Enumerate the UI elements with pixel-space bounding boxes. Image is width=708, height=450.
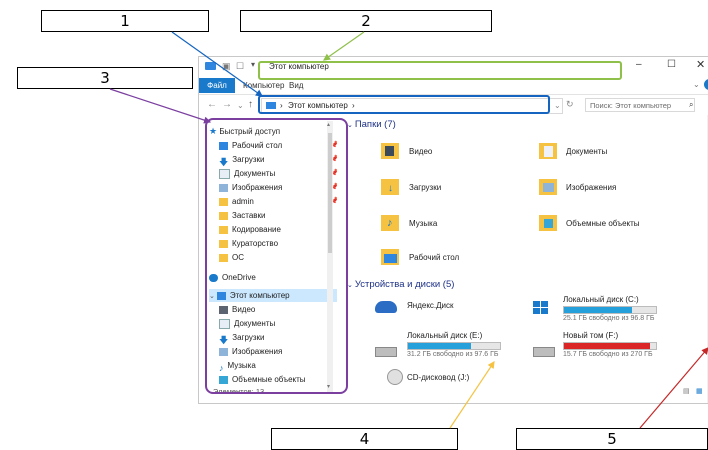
windows-drive-icon — [533, 301, 549, 315]
pc-icon — [205, 62, 216, 70]
close-button[interactable]: ✕ — [696, 58, 705, 71]
folder-documents-icon — [539, 143, 557, 159]
title-highlight — [258, 61, 622, 80]
folder-desktop-icon — [381, 249, 399, 265]
navigation-pane-highlight — [205, 118, 348, 394]
large-icons-view-icon[interactable]: ▦ — [696, 387, 703, 395]
hard-drive-icon — [375, 347, 397, 357]
folder-music[interactable]: Музыка — [409, 219, 437, 228]
help-icon[interactable] — [704, 79, 708, 90]
callout-3: 3 — [17, 67, 193, 89]
refresh-icon[interactable]: ↻ — [566, 99, 574, 110]
drive-c-free: 25.1 ГБ свободно из 96.8 ГБ — [563, 315, 655, 322]
folder-music-icon: ♪ — [381, 215, 399, 231]
folder-3d-objects[interactable]: Объемные объекты — [566, 219, 640, 228]
section-title: Папки (7) — [354, 119, 396, 130]
folder-3d-objects-icon — [539, 215, 557, 231]
drive-f-label[interactable]: Новый том (F:) — [563, 331, 618, 340]
save-icon[interactable]: ▣ — [222, 61, 231, 72]
callout-5: 5 — [516, 428, 708, 450]
arrow-3 — [109, 88, 212, 124]
folder-downloads-icon: ↓ — [381, 179, 399, 195]
chevron-down-icon[interactable]: ⌄ — [347, 122, 355, 129]
tab-computer[interactable]: Компьютер — [243, 78, 284, 93]
properties-icon[interactable]: ☐ — [236, 61, 244, 72]
up-icon[interactable]: ↑ — [248, 99, 253, 110]
drive-e-usage-bar — [407, 342, 501, 350]
back-icon[interactable]: ← — [207, 99, 217, 110]
tab-view[interactable]: Вид — [289, 78, 303, 93]
folder-pictures-icon — [539, 179, 557, 195]
cd-drive-icon — [387, 369, 403, 385]
forward-icon[interactable]: → — [222, 99, 232, 110]
search-icon: ⌕ — [689, 100, 694, 109]
folder-pictures[interactable]: Изображения — [566, 183, 616, 192]
drive-c-label[interactable]: Локальный диск (C:) — [563, 295, 639, 304]
chevron-down-icon[interactable]: ⌄ — [347, 282, 355, 289]
folder-documents[interactable]: Документы — [566, 147, 607, 156]
folder-desktop[interactable]: Рабочий стол — [409, 253, 459, 262]
address-dropdown-icon[interactable]: ⌄ — [554, 101, 561, 110]
drive-f-free: 15.7 ГБ свободно из 270 ГБ — [563, 351, 653, 358]
drive-c-usage-bar — [563, 306, 657, 314]
devices-header[interactable]: ⌄ Устройства и диски (5) — [347, 279, 454, 290]
drive-f-usage-bar — [563, 342, 657, 350]
callout-2: 2 — [240, 10, 492, 32]
folder-video-icon — [381, 143, 399, 159]
address-highlight — [258, 95, 550, 114]
folder-video[interactable]: Видео — [409, 147, 432, 156]
drive-e-label[interactable]: Локальный диск (E:) — [407, 331, 482, 340]
ribbon-expand-icon[interactable]: ⌄ — [693, 80, 700, 89]
drive-yandex[interactable]: Яндекс.Диск — [407, 301, 454, 310]
tab-file[interactable]: Файл — [199, 78, 235, 93]
recent-chevron-icon[interactable]: ⌄ — [237, 101, 244, 110]
folders-header[interactable]: ⌄ Папки (7) — [347, 119, 396, 130]
maximize-button[interactable]: ☐ — [667, 59, 676, 70]
qat-chevron-icon[interactable]: ▾ — [251, 60, 255, 69]
drive-e-free: 31.2 ГБ свободно из 97.6 ГБ — [407, 351, 499, 358]
section-title: Устройства и диски (5) — [354, 279, 455, 290]
drive-cd[interactable]: CD-дисковод (J:) — [407, 373, 469, 382]
callout-1: 1 — [41, 10, 209, 32]
search-input[interactable]: Поиск: Этот компьютер — [585, 98, 695, 112]
yandex-disk-icon — [375, 301, 397, 313]
folder-downloads[interactable]: Загрузки — [409, 183, 441, 192]
details-view-icon[interactable]: ▤ — [683, 387, 690, 395]
callout-4: 4 — [271, 428, 458, 450]
hard-drive-icon — [533, 347, 555, 357]
minimize-button[interactable]: – — [636, 59, 642, 70]
